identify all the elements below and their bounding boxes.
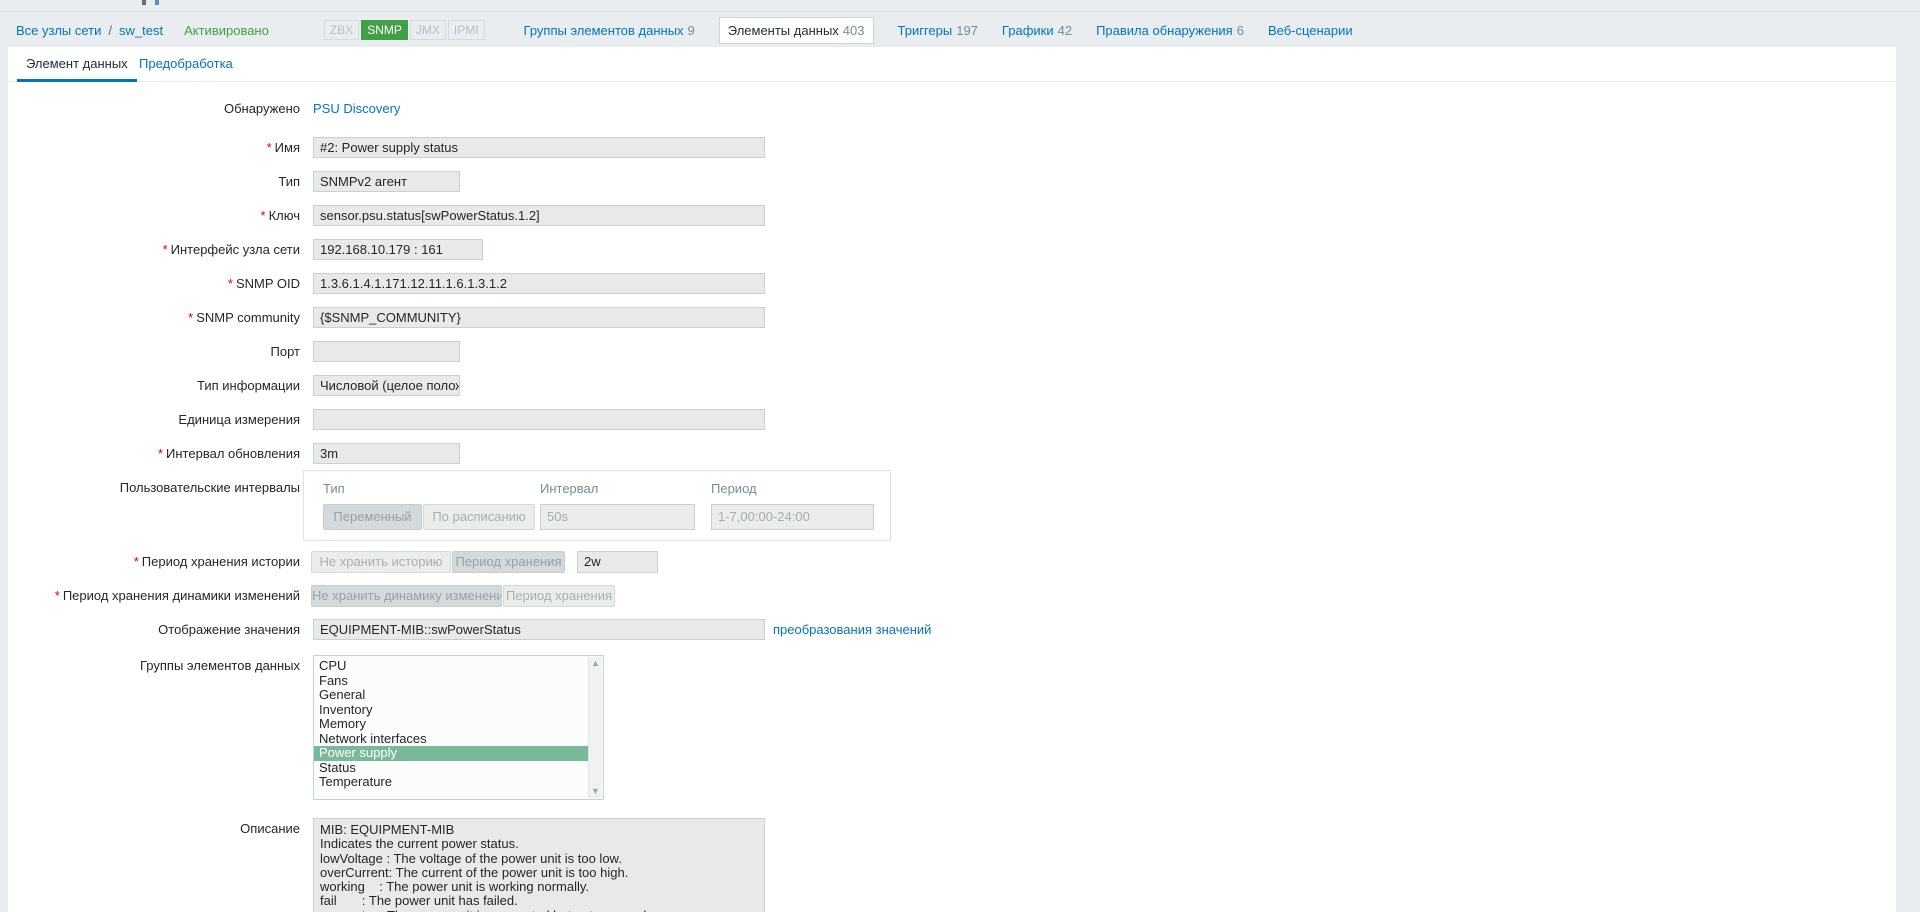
nav-item-triggers[interactable]: Триггеры 197 <box>898 23 978 38</box>
history-do-not-keep-button[interactable]: Не хранить историю <box>311 551 451 573</box>
zbx-badge: ZBX <box>323 20 360 40</box>
form-tabbar: Элемент данных Предобработка <box>8 47 1896 82</box>
info-type-select[interactable]: Числовой (целое положительное) <box>313 375 460 396</box>
scroll-down-icon[interactable]: ▼ <box>589 785 602 798</box>
custom-intervals-col-period: Период <box>711 481 757 496</box>
listbox-option[interactable]: Inventory <box>314 702 588 718</box>
history-label: * Период хранения истории <box>133 554 300 569</box>
zabbix-item-config-page: { "colors": { "link_blue": "#0275b8", "e… <box>0 0 1920 912</box>
info-type-label: Тип информации <box>196 378 300 393</box>
interval-type-flexible-button[interactable]: Переменный <box>323 504 422 530</box>
interval-type-scheduling-button[interactable]: По расписанию <box>423 504 535 530</box>
breadcrumb-all-hosts-link[interactable]: Все узлы сети <box>16 23 101 38</box>
nav-item-triggers-label[interactable]: Триггеры <box>898 23 953 38</box>
type-label: Тип <box>278 174 300 189</box>
nav-item-graphs[interactable]: Графики 42 <box>1002 23 1072 38</box>
key-input[interactable]: sensor.psu.status[swPowerStatus.1.2] <box>313 205 765 226</box>
custom-intervals-label: Пользовательские интервалы <box>119 480 300 495</box>
snmp-community-label: * SNMP community <box>188 310 300 325</box>
nav-item-web-scenarios-label[interactable]: Веб-сценарии <box>1268 23 1353 38</box>
breadcrumb-host-link[interactable]: sw_test <box>119 23 163 38</box>
value-map-input[interactable]: EQUIPMENT-MIB::swPowerStatus <box>313 619 765 640</box>
breadcrumb-separator: / <box>108 22 113 38</box>
discovered-label: Обнаружено <box>223 101 300 116</box>
value-map-label: Отображение значения <box>158 622 300 637</box>
listbox-option[interactable]: CPU <box>314 658 588 674</box>
breadcrumb: Все узлы сети / sw_test Активировано ZBX… <box>16 14 1353 46</box>
name-label: * Имя <box>266 140 300 155</box>
custom-intervals-fieldset: Тип Интервал Период Переменный По распис… <box>303 470 891 541</box>
snmp-oid-label: * SNMP OID <box>227 276 300 291</box>
scroll-up-icon[interactable]: ▲ <box>589 657 602 670</box>
update-interval-input[interactable]: 3m <box>313 443 460 464</box>
discovered-by-link[interactable]: PSU Discovery <box>313 101 400 116</box>
custom-period-input[interactable]: 1-7,00:00-24:00 <box>711 504 874 530</box>
host-interface-label: * Интерфейс узла сети <box>162 242 300 257</box>
history-storage-period-button[interactable]: Период хранения <box>452 551 565 573</box>
type-select[interactable]: SNMPv2 агент <box>313 171 460 192</box>
snmp-oid-input[interactable]: 1.3.6.1.4.1.171.12.11.1.6.1.3.1.2 <box>313 273 765 294</box>
description-label: Описание <box>240 821 300 836</box>
snmp-badge: SNMP <box>361 20 408 40</box>
custom-interval-input[interactable]: 50s <box>540 504 695 530</box>
nav-item-triggers-count: 197 <box>956 22 978 38</box>
nav-item-applications-label[interactable]: Группы элементов данных <box>524 23 684 38</box>
nav-item-discovery-rules-count: 6 <box>1236 22 1244 38</box>
trends-label: * Период хранения динамики изменений <box>54 588 300 603</box>
nav-item-discovery-rules[interactable]: Правила обнаружения 6 <box>1096 23 1244 38</box>
nav-item-graphs-count: 42 <box>1057 22 1073 38</box>
units-input[interactable] <box>313 409 765 430</box>
host-interface-select[interactable]: 192.168.10.179 : 161 <box>313 239 483 260</box>
host-status-label: Активировано <box>184 22 269 38</box>
applications-options: CPU Fans General Inventory Memory Networ… <box>314 656 603 790</box>
clipped-title-fragment <box>155 0 159 5</box>
nav-item-items[interactable]: Элементы данных 403 <box>718 16 874 44</box>
key-label: * Ключ <box>260 208 300 223</box>
listbox-option[interactable]: Memory <box>314 716 588 732</box>
clipped-title-fragment <box>142 0 146 5</box>
name-input[interactable]: #2: Power supply status <box>313 137 765 158</box>
nav-item-items-label[interactable]: Элементы данных <box>728 23 839 38</box>
listbox-scrollbar[interactable]: ▲ ▼ <box>588 657 602 798</box>
top-divider <box>0 11 1920 12</box>
applications-label: Группы элементов данных <box>139 658 300 673</box>
nav-item-items-count: 403 <box>842 22 865 38</box>
ipmi-badge: IPMI <box>447 20 485 40</box>
nav-item-applications[interactable]: Группы элементов данных 9 <box>524 23 695 38</box>
listbox-option[interactable]: General <box>314 687 588 703</box>
listbox-option[interactable]: Temperature <box>314 774 588 790</box>
nav-item-applications-count: 9 <box>687 22 695 38</box>
jmx-badge: JMX <box>409 20 446 40</box>
history-period-input[interactable]: 2w <box>577 551 658 573</box>
nav-item-web-scenarios[interactable]: Веб-сценарии <box>1268 23 1353 38</box>
port-label: Порт <box>270 344 300 359</box>
port-input[interactable] <box>313 341 460 362</box>
interface-availability-badges: ZBX SNMP JMX IPMI <box>323 20 487 40</box>
value-mappings-link[interactable]: преобразования значений <box>773 622 931 637</box>
listbox-option-selected[interactable]: Power supply <box>314 745 588 761</box>
listbox-option[interactable]: Network interfaces <box>314 731 588 747</box>
trends-do-not-keep-button[interactable]: Не хранить динамику изменений <box>311 585 502 607</box>
host-nav-menu: Группы элементов данных 9 Элементы данных… <box>500 16 1353 44</box>
trends-storage-period-button[interactable]: Период хранения <box>503 585 615 607</box>
nav-item-discovery-rules-label[interactable]: Правила обнаружения <box>1096 23 1233 38</box>
nav-item-graphs-label[interactable]: Графики <box>1002 23 1054 38</box>
tab-preprocessing[interactable]: Предобработка <box>130 47 242 82</box>
description-textarea[interactable]: MIB: EQUIPMENT-MIB Indicates the current… <box>313 818 765 912</box>
update-interval-label: * Интервал обновления <box>157 446 300 461</box>
listbox-option[interactable]: Fans <box>314 673 588 689</box>
snmp-community-input[interactable]: {$SNMP_COMMUNITY} <box>313 307 765 328</box>
item-form-card: Элемент данных Предобработка Обнаружено … <box>8 47 1896 912</box>
custom-intervals-col-interval: Интервал <box>540 481 599 496</box>
units-label: Единица измерения <box>178 412 300 427</box>
tab-item[interactable]: Элемент данных <box>17 47 137 82</box>
applications-listbox[interactable]: CPU Fans General Inventory Memory Networ… <box>313 655 604 800</box>
custom-intervals-col-type: Тип <box>323 481 345 496</box>
listbox-option[interactable]: Status <box>314 760 588 776</box>
